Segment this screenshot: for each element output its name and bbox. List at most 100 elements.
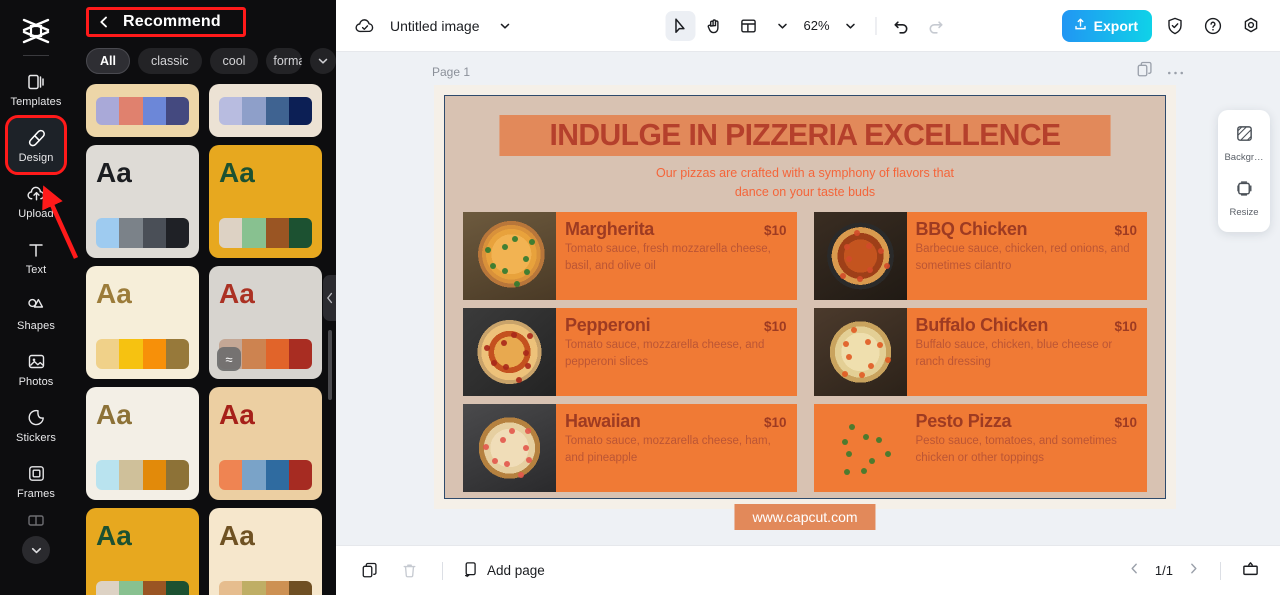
page-tools [1136, 61, 1184, 83]
undo-button[interactable] [887, 11, 917, 41]
menu-item-card[interactable]: Pesto Pizza $10 Pesto sauce, tomatoes, and… [813, 403, 1147, 492]
palette-color-chip [219, 218, 243, 248]
add-page-button[interactable]: Add page [463, 561, 545, 581]
palette-swatch[interactable]: Aa [209, 508, 322, 595]
menu-item-card[interactable]: Pepperoni $10 Tomato sauce, mozzarella che… [463, 307, 797, 396]
menu-item-price: $10 [1114, 318, 1137, 334]
palette-swatch[interactable]: Aa [86, 387, 199, 500]
sidebar-item-design[interactable]: Design [5, 115, 67, 175]
pizza-topping [525, 427, 532, 434]
palette-swatch[interactable] [209, 84, 322, 137]
ellipsis-icon[interactable] [1167, 63, 1184, 81]
capcut-logo-icon[interactable] [13, 12, 59, 50]
prev-page-button[interactable] [1128, 562, 1141, 580]
chevron-left-icon[interactable] [97, 15, 111, 29]
duplicate-page-button[interactable] [356, 558, 382, 584]
palette-sample-text: Aa [219, 157, 255, 188]
palette-sample-text: Aa [219, 278, 255, 309]
bottom-toolbar: Add page 1/1 [336, 545, 1280, 595]
palette-color-chip [142, 96, 166, 125]
pizza-topping [884, 357, 891, 364]
zoom-value[interactable]: 62% [801, 18, 831, 33]
sidebar-item-frames[interactable]: Frames [8, 454, 64, 508]
hand-tool-button[interactable] [699, 11, 729, 41]
palette-swatch[interactable]: Aa [86, 145, 199, 258]
pizza-topping [499, 437, 506, 444]
palette-color-chip [265, 581, 289, 595]
panel-collapse-handle[interactable] [323, 275, 336, 321]
background-button[interactable]: Backgr… [1218, 118, 1270, 169]
chip-classic[interactable]: classic [137, 48, 202, 74]
menu-item-header: Pepperoni $10 [565, 315, 787, 336]
poster-design[interactable]: INDULGE IN PIZZERIA EXCELLENCE Our pizza… [434, 85, 1176, 530]
sidebar-item-label: Shapes [17, 319, 55, 332]
chips-expand-button[interactable] [310, 48, 336, 74]
resize-button[interactable]: Resize [1218, 173, 1270, 224]
palette-swatch[interactable]: Aa [86, 266, 199, 379]
background-label: Backgr… [1224, 152, 1264, 163]
menu-item-name: Pesto Pizza [915, 410, 1012, 431]
palette-swatch[interactable]: Aa [209, 145, 322, 258]
menu-item-body: Pepperoni $10 Tomato sauce, mozzarella che… [556, 308, 797, 396]
palette-color-chip [242, 581, 266, 595]
export-button[interactable]: Export [1061, 9, 1152, 42]
palette-color-bars [96, 581, 189, 595]
canvas-area[interactable]: Page 1 INDULGE IN PIZZERIA EXCELLENCE Ou… [336, 52, 1280, 545]
palette-swatch[interactable]: Aa [86, 508, 199, 595]
next-page-button[interactable] [1187, 562, 1200, 580]
zoom-caret-icon[interactable] [836, 11, 866, 41]
duplicate-page-icon[interactable] [1136, 61, 1153, 83]
chip-formal[interactable]: formal [266, 48, 302, 74]
chip-cool[interactable]: cool [209, 48, 259, 74]
delete-page-button[interactable] [396, 558, 422, 584]
top-toolbar: Untitled image 62% Export [336, 0, 1280, 52]
sidebar-item-label: Templates [10, 95, 62, 108]
pizza-topping [851, 327, 858, 333]
palette-swatch[interactable] [86, 84, 199, 137]
question-circle-icon[interactable] [1198, 11, 1228, 41]
menu-item-card[interactable]: Margherita $10 Tomato sauce, fresh mozzare… [463, 211, 797, 300]
chip-all[interactable]: All [86, 48, 130, 74]
sidebar-item-stickers[interactable]: Stickers [8, 398, 64, 452]
palette-color-chip [96, 460, 120, 490]
toolbar-right: Export [1061, 9, 1266, 42]
menu-item-card[interactable]: Buffalo Chicken $10 Buffalo sauce, chicken… [813, 307, 1147, 396]
pizza-topping [863, 434, 870, 441]
sidebar-item-upload[interactable]: Upload [8, 174, 64, 228]
palette-color-bars [219, 460, 312, 490]
document-title[interactable]: Untitled image [390, 18, 480, 34]
layout-caret-icon[interactable] [767, 11, 797, 41]
sidebar-item-templates[interactable]: Templates [8, 62, 64, 116]
bbq-chicken-pizza-photo [813, 211, 907, 300]
palette-color-chip [142, 581, 166, 595]
cloud-saved-icon[interactable] [350, 11, 380, 41]
present-button[interactable] [1241, 560, 1260, 582]
layout-tool-button[interactable] [733, 11, 763, 41]
panel-scrollbar[interactable] [328, 330, 332, 400]
palette-swatch[interactable]: Aa [209, 387, 322, 500]
palette-swatch[interactable]: Aa ≈ [209, 266, 322, 379]
bottombar-divider [442, 561, 443, 580]
sidebar-expand-button[interactable] [22, 536, 50, 564]
sidebar-item-photos[interactable]: Photos [8, 342, 64, 396]
menu-item-price: $10 [1114, 222, 1137, 238]
sidebar-item-shapes[interactable]: Shapes [8, 286, 64, 340]
palette-color-bars [96, 460, 189, 490]
menu-item-card[interactable]: Hawaiian $10 Tomato sauce, mozzarella chee… [463, 403, 797, 492]
redo-button[interactable] [921, 11, 951, 41]
pesto-pizza-photo [814, 404, 907, 492]
menu-item-header: Margherita $10 [565, 219, 787, 240]
pizza-topping [869, 457, 876, 464]
palette-color-chip [242, 339, 266, 369]
pizza-topping [515, 376, 522, 383]
select-tool-button[interactable] [665, 10, 696, 41]
shuffle-icon[interactable]: ≈ [217, 347, 241, 371]
palette-grid: Aa Aa Aa Aa ≈ Aa Aa Aa Aa [72, 74, 336, 595]
gear-icon[interactable] [1236, 11, 1266, 41]
pizza-topping [845, 256, 852, 263]
sidebar-item-text[interactable]: Text [8, 230, 64, 284]
resize-icon [1235, 179, 1254, 203]
shield-check-icon[interactable] [1160, 11, 1190, 41]
chevron-down-icon[interactable] [490, 11, 520, 41]
menu-item-card[interactable]: BBQ Chicken $10 Barbecue sauce, chicken, r… [813, 211, 1147, 300]
